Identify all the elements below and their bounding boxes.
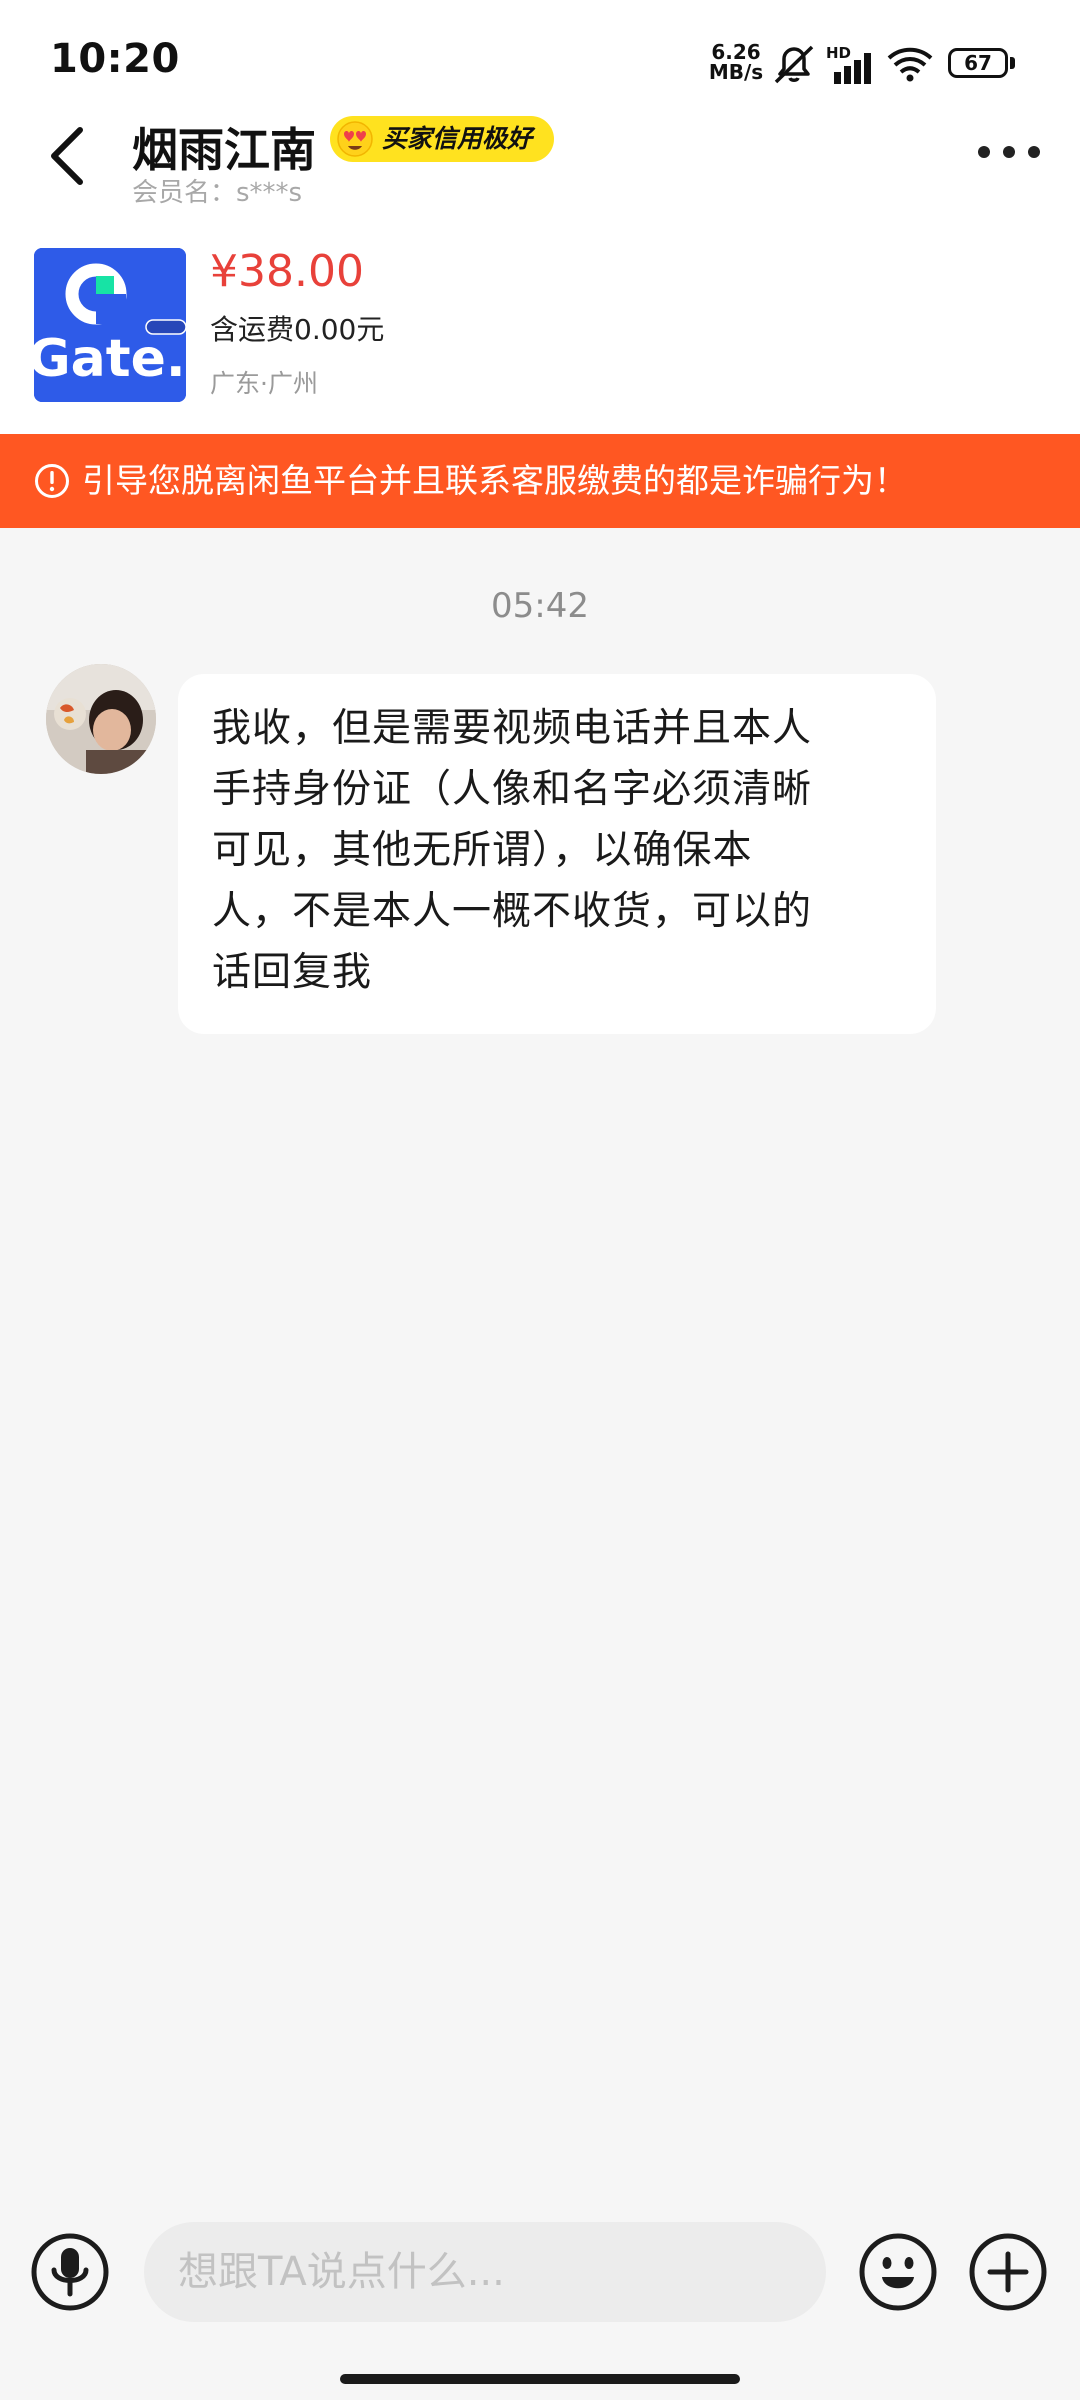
status-bar: 10:20 6.26 MB/s HD 67 bbox=[0, 0, 1080, 120]
more-options-button[interactable] bbox=[976, 138, 1042, 166]
emoji-button[interactable] bbox=[858, 2232, 938, 2312]
product-price: ¥38.00 bbox=[210, 246, 364, 297]
more-horizontal-icon bbox=[978, 146, 1040, 158]
credit-badge-label: 买家信用极好 bbox=[382, 124, 533, 153]
chat-message-bubble[interactable]: 我收，但是需要视频电话并且本人 手持身份证（人像和名字必须清晰 可见，其他无所谓… bbox=[178, 674, 936, 1034]
battery-tip bbox=[1010, 57, 1015, 69]
back-button[interactable] bbox=[38, 122, 96, 190]
product-image-text: Gate.io bbox=[34, 329, 186, 389]
header-area: 10:20 6.26 MB/s HD 67 烟雨江南 买家信用极好 会员名：s*… bbox=[0, 0, 1080, 434]
message-line: 话回复我 bbox=[212, 950, 373, 995]
voice-button[interactable] bbox=[30, 2232, 110, 2312]
battery-level: 67 bbox=[964, 51, 992, 75]
network-speed: 6.26 MB/s bbox=[708, 42, 764, 82]
home-indicator[interactable] bbox=[340, 2374, 740, 2384]
heart-eyes-emoji-icon bbox=[337, 121, 373, 157]
network-speed-unit: MB/s bbox=[708, 60, 764, 84]
member-name: 会员名：s***s bbox=[132, 178, 303, 208]
message-line: 可见，其他无所谓），以确保本 bbox=[212, 828, 753, 873]
gate-logo-icon: Gate.io bbox=[34, 248, 186, 402]
battery-icon: 67 bbox=[948, 48, 1008, 78]
wifi-icon bbox=[887, 47, 933, 82]
alert-circle-icon bbox=[35, 464, 69, 498]
avatar[interactable] bbox=[46, 664, 156, 774]
product-location: 广东·广州 bbox=[210, 369, 318, 398]
status-time: 10:20 bbox=[50, 36, 180, 82]
chevron-left-icon bbox=[51, 127, 83, 185]
fraud-warning-banner: 引导您脱离闲鱼平台并且联系客服缴费的都是诈骗行为！ bbox=[0, 434, 1080, 528]
plus-icon bbox=[969, 2233, 1047, 2311]
microphone-icon bbox=[31, 2233, 109, 2311]
shipping-fee: 含运费0.00元 bbox=[210, 313, 385, 346]
credit-badge: 买家信用极好 bbox=[330, 116, 555, 162]
message-input-bar bbox=[0, 2182, 1080, 2400]
fraud-warning-text: 引导您脱离闲鱼平台并且联系客服缴费的都是诈骗行为！ bbox=[82, 461, 907, 500]
page-title: 烟雨江南 bbox=[132, 123, 316, 177]
mute-icon bbox=[774, 45, 814, 84]
signal-icon bbox=[834, 53, 871, 84]
user-avatar-image bbox=[46, 664, 156, 774]
chat-screen: 10:20 6.26 MB/s HD 67 烟雨江南 买家信用极好 会员名：s*… bbox=[0, 0, 1080, 2400]
product-image[interactable]: Gate.io bbox=[34, 248, 186, 402]
network-speed-value: 6.26 bbox=[711, 40, 761, 64]
message-input[interactable] bbox=[144, 2222, 826, 2322]
more-actions-button[interactable] bbox=[968, 2232, 1048, 2312]
message-timestamp: 05:42 bbox=[491, 586, 589, 626]
message-line: 手持身份证（人像和名字必须清晰 bbox=[212, 767, 813, 812]
emoji-icon bbox=[859, 2233, 937, 2311]
message-line: 人，不是本人一概不收货，可以的 bbox=[212, 889, 813, 934]
message-line: 我收，但是需要视频电话并且本人 bbox=[212, 706, 813, 751]
